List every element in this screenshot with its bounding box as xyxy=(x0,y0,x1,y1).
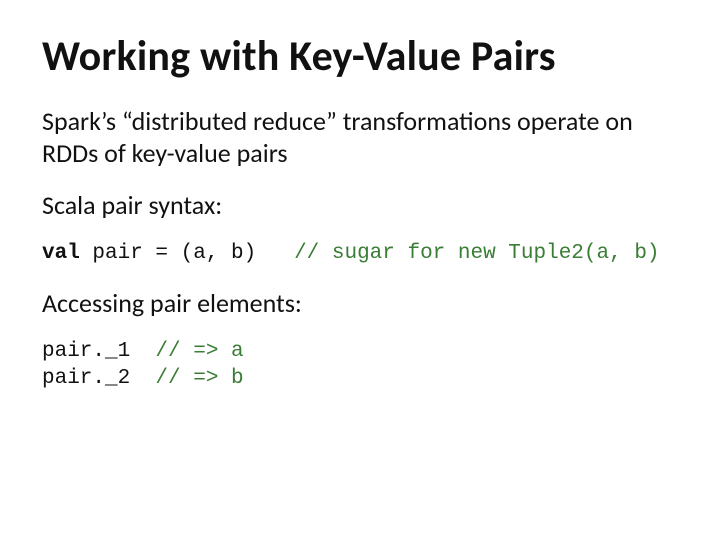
intro-paragraph: Spark’s “distributed reduce” transformat… xyxy=(42,106,678,169)
slide: Working with Key-Value Pairs Spark’s “di… xyxy=(0,0,720,540)
syntax-heading: Scala pair syntax: xyxy=(42,190,678,222)
code-comment-tuple2: // sugar for new Tuple2(a, b) xyxy=(294,242,659,265)
keyword-val: val xyxy=(42,242,80,265)
code-pair-expr: pair = (a, b) xyxy=(80,242,294,265)
slide-title: Working with Key-Value Pairs xyxy=(42,34,678,80)
code-comment-b: // => b xyxy=(155,367,243,390)
code-comment-a: // => a xyxy=(155,340,243,363)
code-pair-definition: val pair = (a, b) // sugar for new Tuple… xyxy=(42,241,678,267)
code-access-1: pair._1 xyxy=(42,340,155,363)
code-access-2: pair._2 xyxy=(42,367,155,390)
accessing-heading: Accessing pair elements: xyxy=(42,288,678,320)
code-pair-access: pair._1 // => a pair._2 // => b xyxy=(42,339,678,392)
